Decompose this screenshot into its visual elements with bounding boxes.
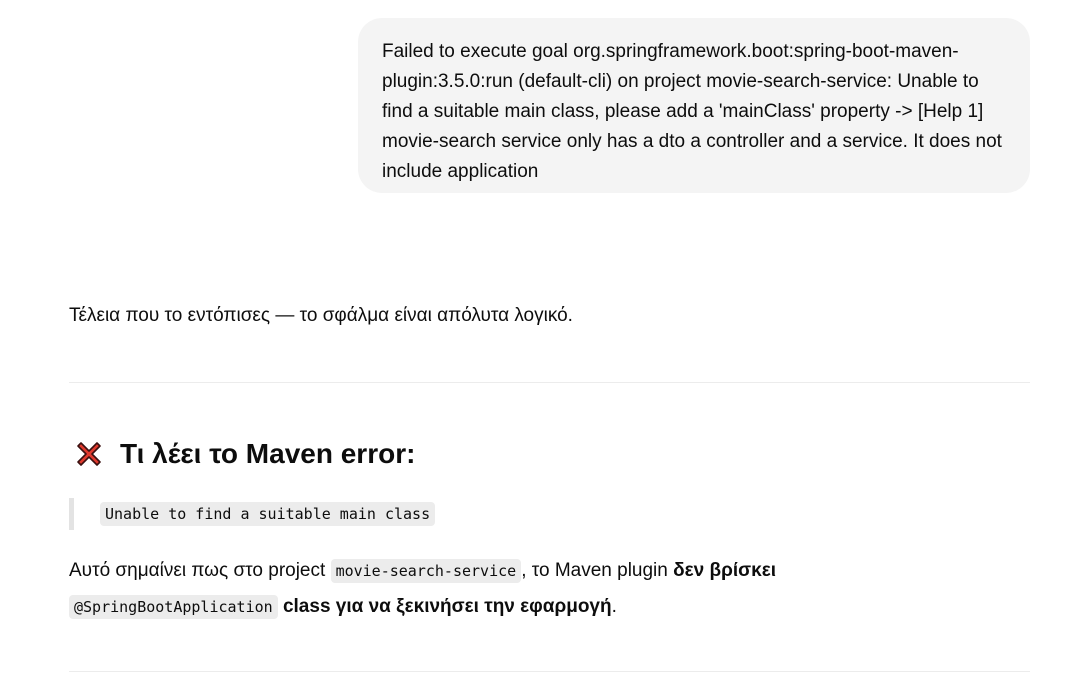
- para-bold: δεν βρίσκει: [673, 560, 777, 581]
- divider: [69, 671, 1030, 672]
- explanation-paragraph: Αυτό σημαίνει πως στο project movie-sear…: [69, 553, 1030, 625]
- section-heading-text: Τι λέει το Maven error:: [120, 438, 416, 469]
- para-text: .: [611, 596, 617, 617]
- para-text: Αυτό σημαίνει πως στο project: [69, 560, 331, 581]
- inline-code-annotation: @SpringBootApplication: [69, 595, 278, 619]
- divider: [69, 382, 1030, 383]
- blockquote: Unable to find a suitable main class: [69, 498, 436, 530]
- section-heading: Τι λέει το Maven error:: [72, 434, 415, 474]
- user-message-text: Failed to execute goal org.springframewo…: [382, 41, 1002, 182]
- user-message-bubble: Failed to execute goal org.springframewo…: [358, 18, 1030, 193]
- para-text: , το Maven plugin: [521, 560, 674, 581]
- inline-code-project: movie-search-service: [330, 559, 522, 583]
- assistant-intro-text: Τέλεια που το εντόπισες — το σφάλμα είνα…: [69, 305, 573, 326]
- cross-mark-icon: [77, 442, 101, 466]
- para-bold: class για να ξεκινήσει την εφαρμογή: [277, 596, 612, 617]
- quote-code: Unable to find a suitable main class: [100, 502, 436, 526]
